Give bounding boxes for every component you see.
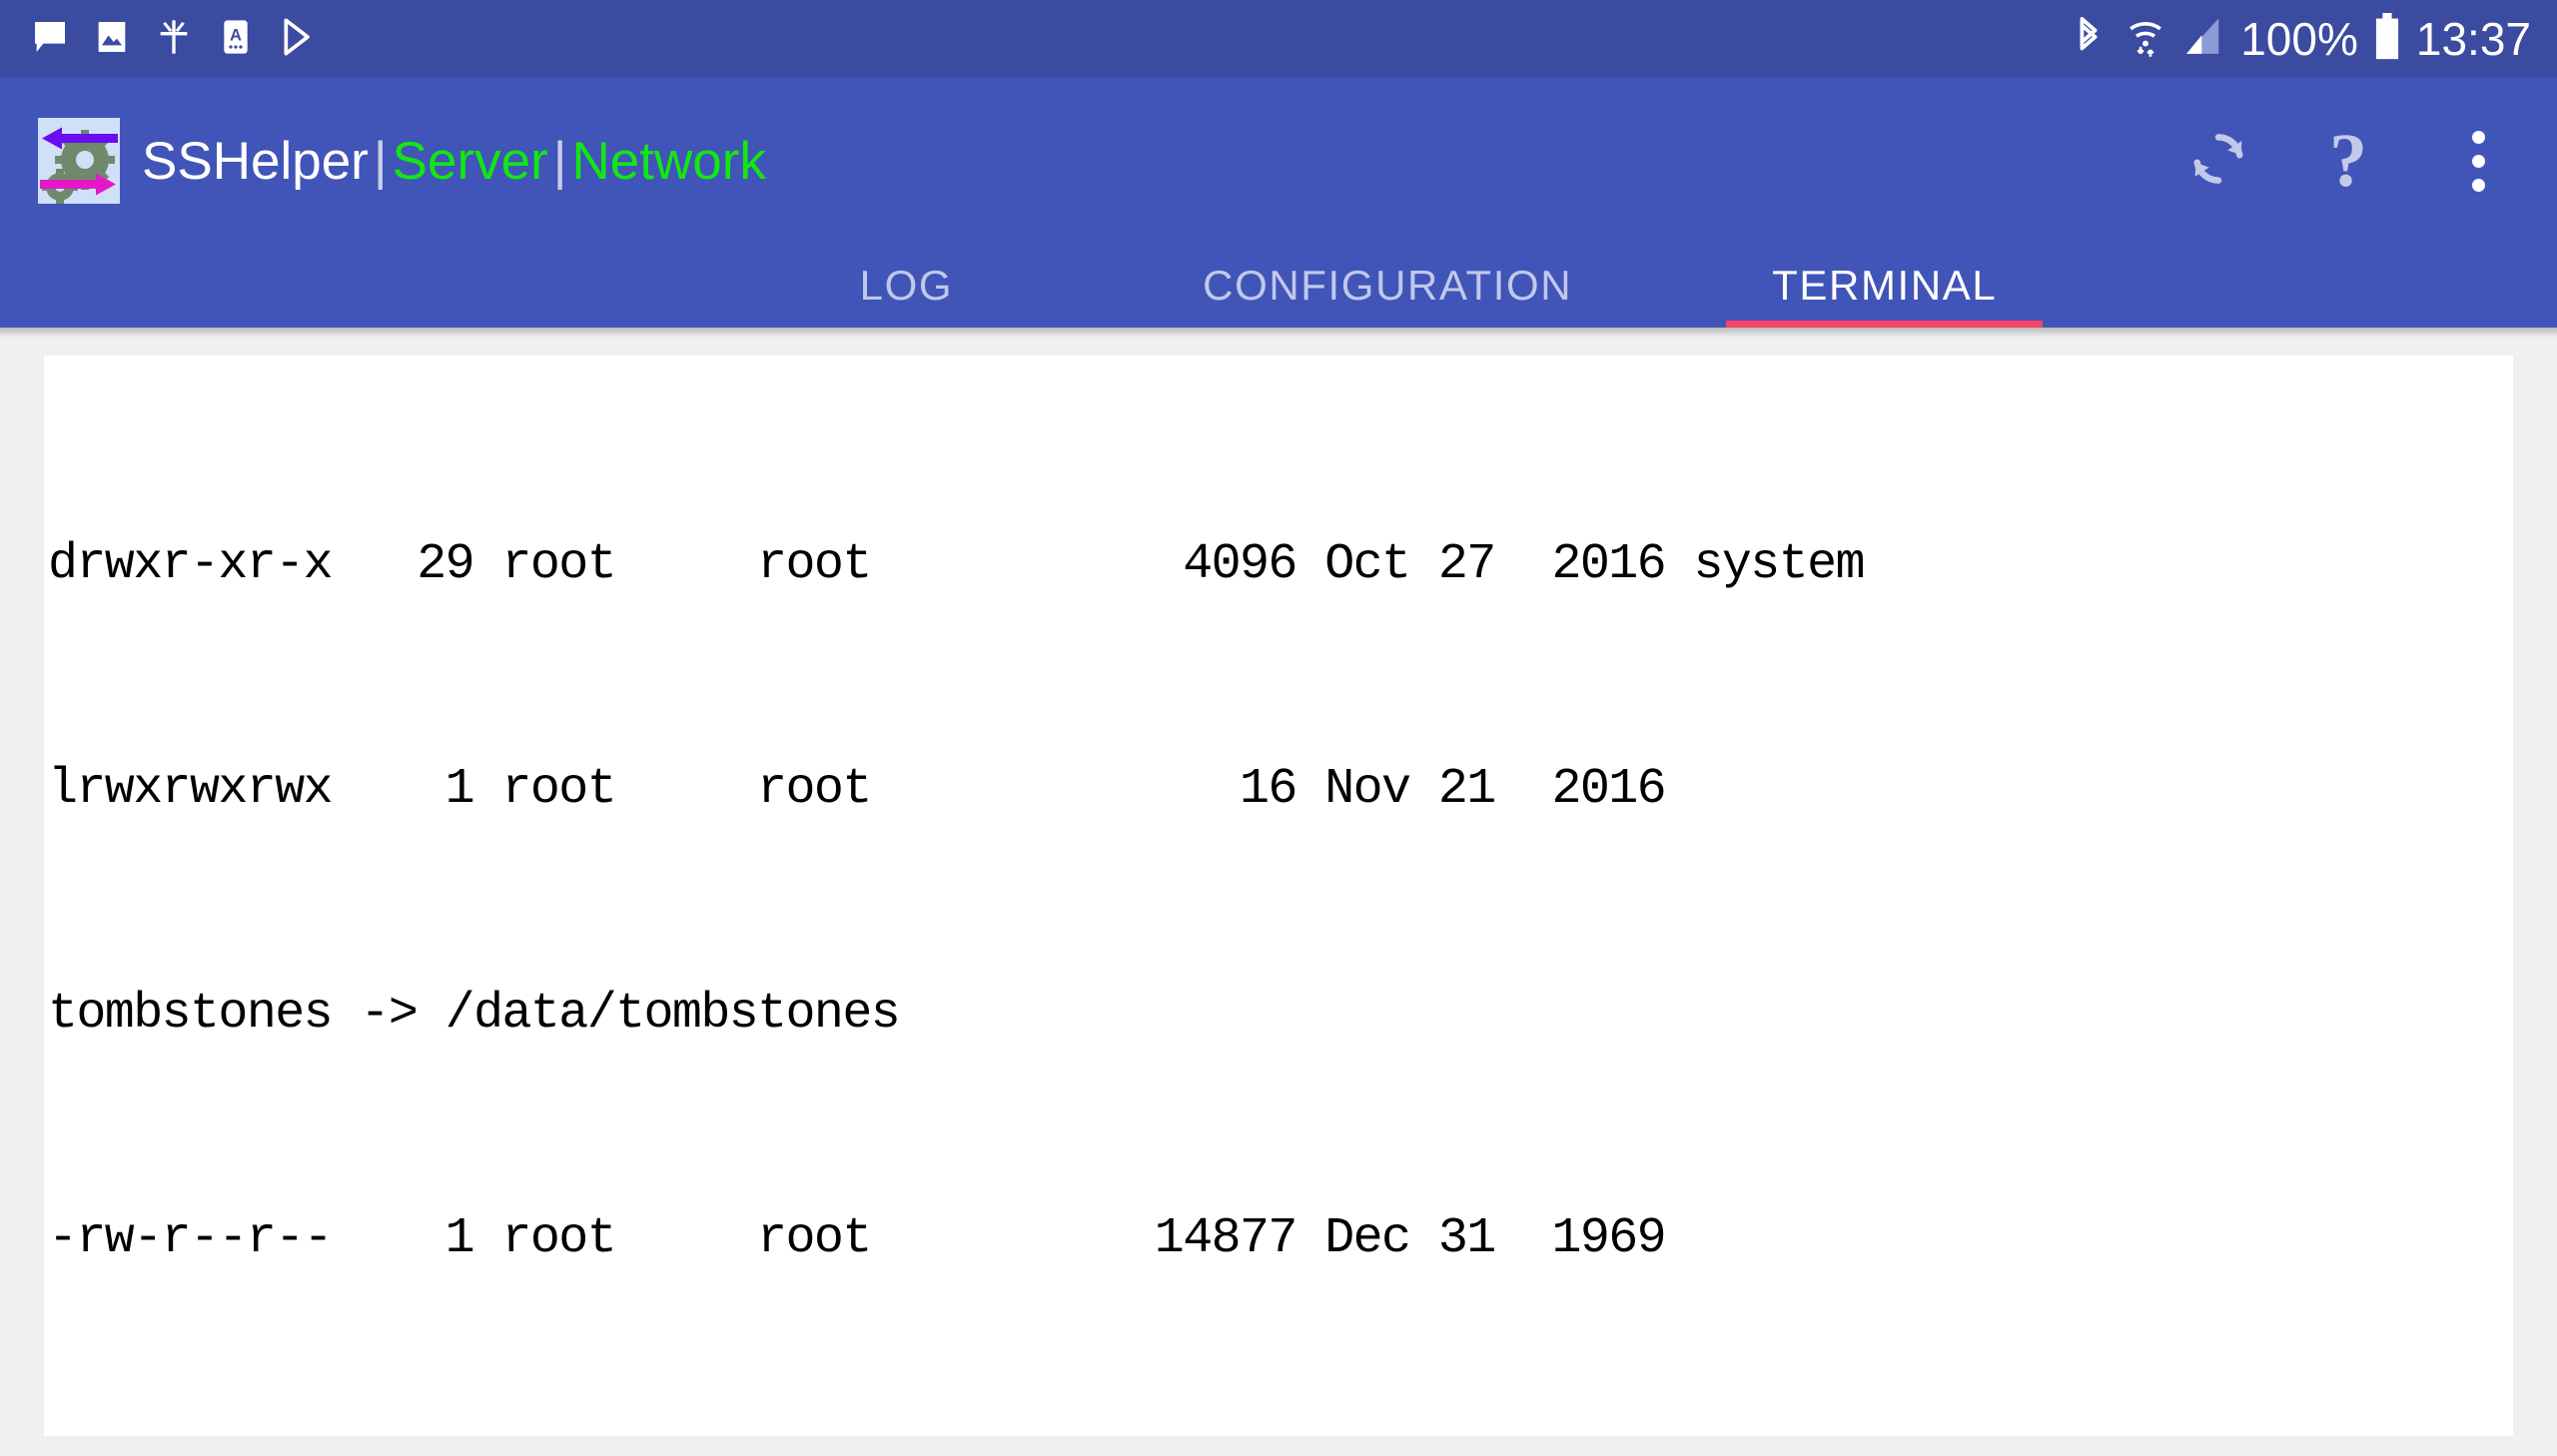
- app-bar: SSHelper|Server|Network ?: [0, 78, 2557, 244]
- app-title-separator-2: |: [552, 131, 567, 191]
- app-bar-actions: ?: [2181, 119, 2515, 203]
- refresh-icon: [2181, 122, 2255, 201]
- wifi-icon: [2125, 14, 2166, 65]
- image-icon: [92, 17, 132, 62]
- status-bar-right-icons: 100% 13:37: [2069, 12, 2531, 66]
- help-button[interactable]: ?: [2311, 119, 2385, 203]
- terminal-line: tombstones -> /data/tombstones: [48, 986, 901, 1043]
- app-title: SSHelper|Server|Network: [142, 135, 766, 188]
- usb-debug-icon: [154, 17, 194, 62]
- tab-configuration[interactable]: CONFIGURATION: [1157, 244, 1618, 328]
- play-store-icon: [278, 17, 318, 62]
- kebab-menu-icon: [2471, 130, 2485, 192]
- terminal-line: lrwxrwxrwx 1 root root 16 Nov 21 2016: [48, 761, 1667, 818]
- terminal-lines: drwxr-xr-x 29 root root 4096 Oct 27 2016…: [44, 377, 2513, 1436]
- sshelper-logo-icon: [38, 118, 120, 204]
- tab-log[interactable]: LOG: [814, 244, 1000, 328]
- app-bar-shadow: [0, 328, 2557, 338]
- battery-percent-label: 100%: [2240, 13, 2358, 65]
- overflow-menu-button[interactable]: [2441, 124, 2515, 198]
- signal-icon: [2182, 15, 2224, 64]
- app-title-separator-1: |: [373, 131, 388, 191]
- message-icon: [30, 17, 70, 62]
- battery-icon: [2374, 12, 2400, 66]
- terminal-line: drwxr-xr-x 29 root root 4096 Oct 27 2016…: [48, 536, 1866, 593]
- app-title-server: Server: [392, 131, 548, 191]
- status-bar: A 100% 13:37: [0, 0, 2557, 78]
- tab-terminal[interactable]: TERMINAL: [1726, 244, 2044, 328]
- app-title-name: SSHelper: [142, 131, 369, 191]
- tab-terminal-label: TERMINAL: [1772, 262, 1998, 309]
- bluetooth-icon: [2069, 14, 2109, 65]
- keyboard-language-icon: A: [216, 17, 256, 62]
- question-mark-icon: ?: [2329, 119, 2367, 203]
- terminal-line: ueventd.qcom.rc: [48, 1426, 2513, 1436]
- svg-text:A: A: [230, 25, 242, 44]
- terminal-output-panel[interactable]: drwxr-xr-x 29 root root 4096 Oct 27 2016…: [44, 356, 2513, 1436]
- status-bar-left-icons: A: [30, 17, 318, 62]
- terminal-line: -rw-r--r-- 1 root root 14877 Dec 31 1969: [48, 1210, 1667, 1267]
- tab-log-label: LOG: [859, 262, 954, 309]
- app-title-network: Network: [571, 131, 766, 191]
- clock-label: 13:37: [2415, 13, 2531, 65]
- content-area: drwxr-xr-x 29 root root 4096 Oct 27 2016…: [0, 356, 2557, 1456]
- refresh-button[interactable]: [2181, 124, 2255, 198]
- tab-bar: LOG CONFIGURATION TERMINAL: [0, 244, 2557, 328]
- tab-configuration-label: CONFIGURATION: [1203, 262, 1573, 309]
